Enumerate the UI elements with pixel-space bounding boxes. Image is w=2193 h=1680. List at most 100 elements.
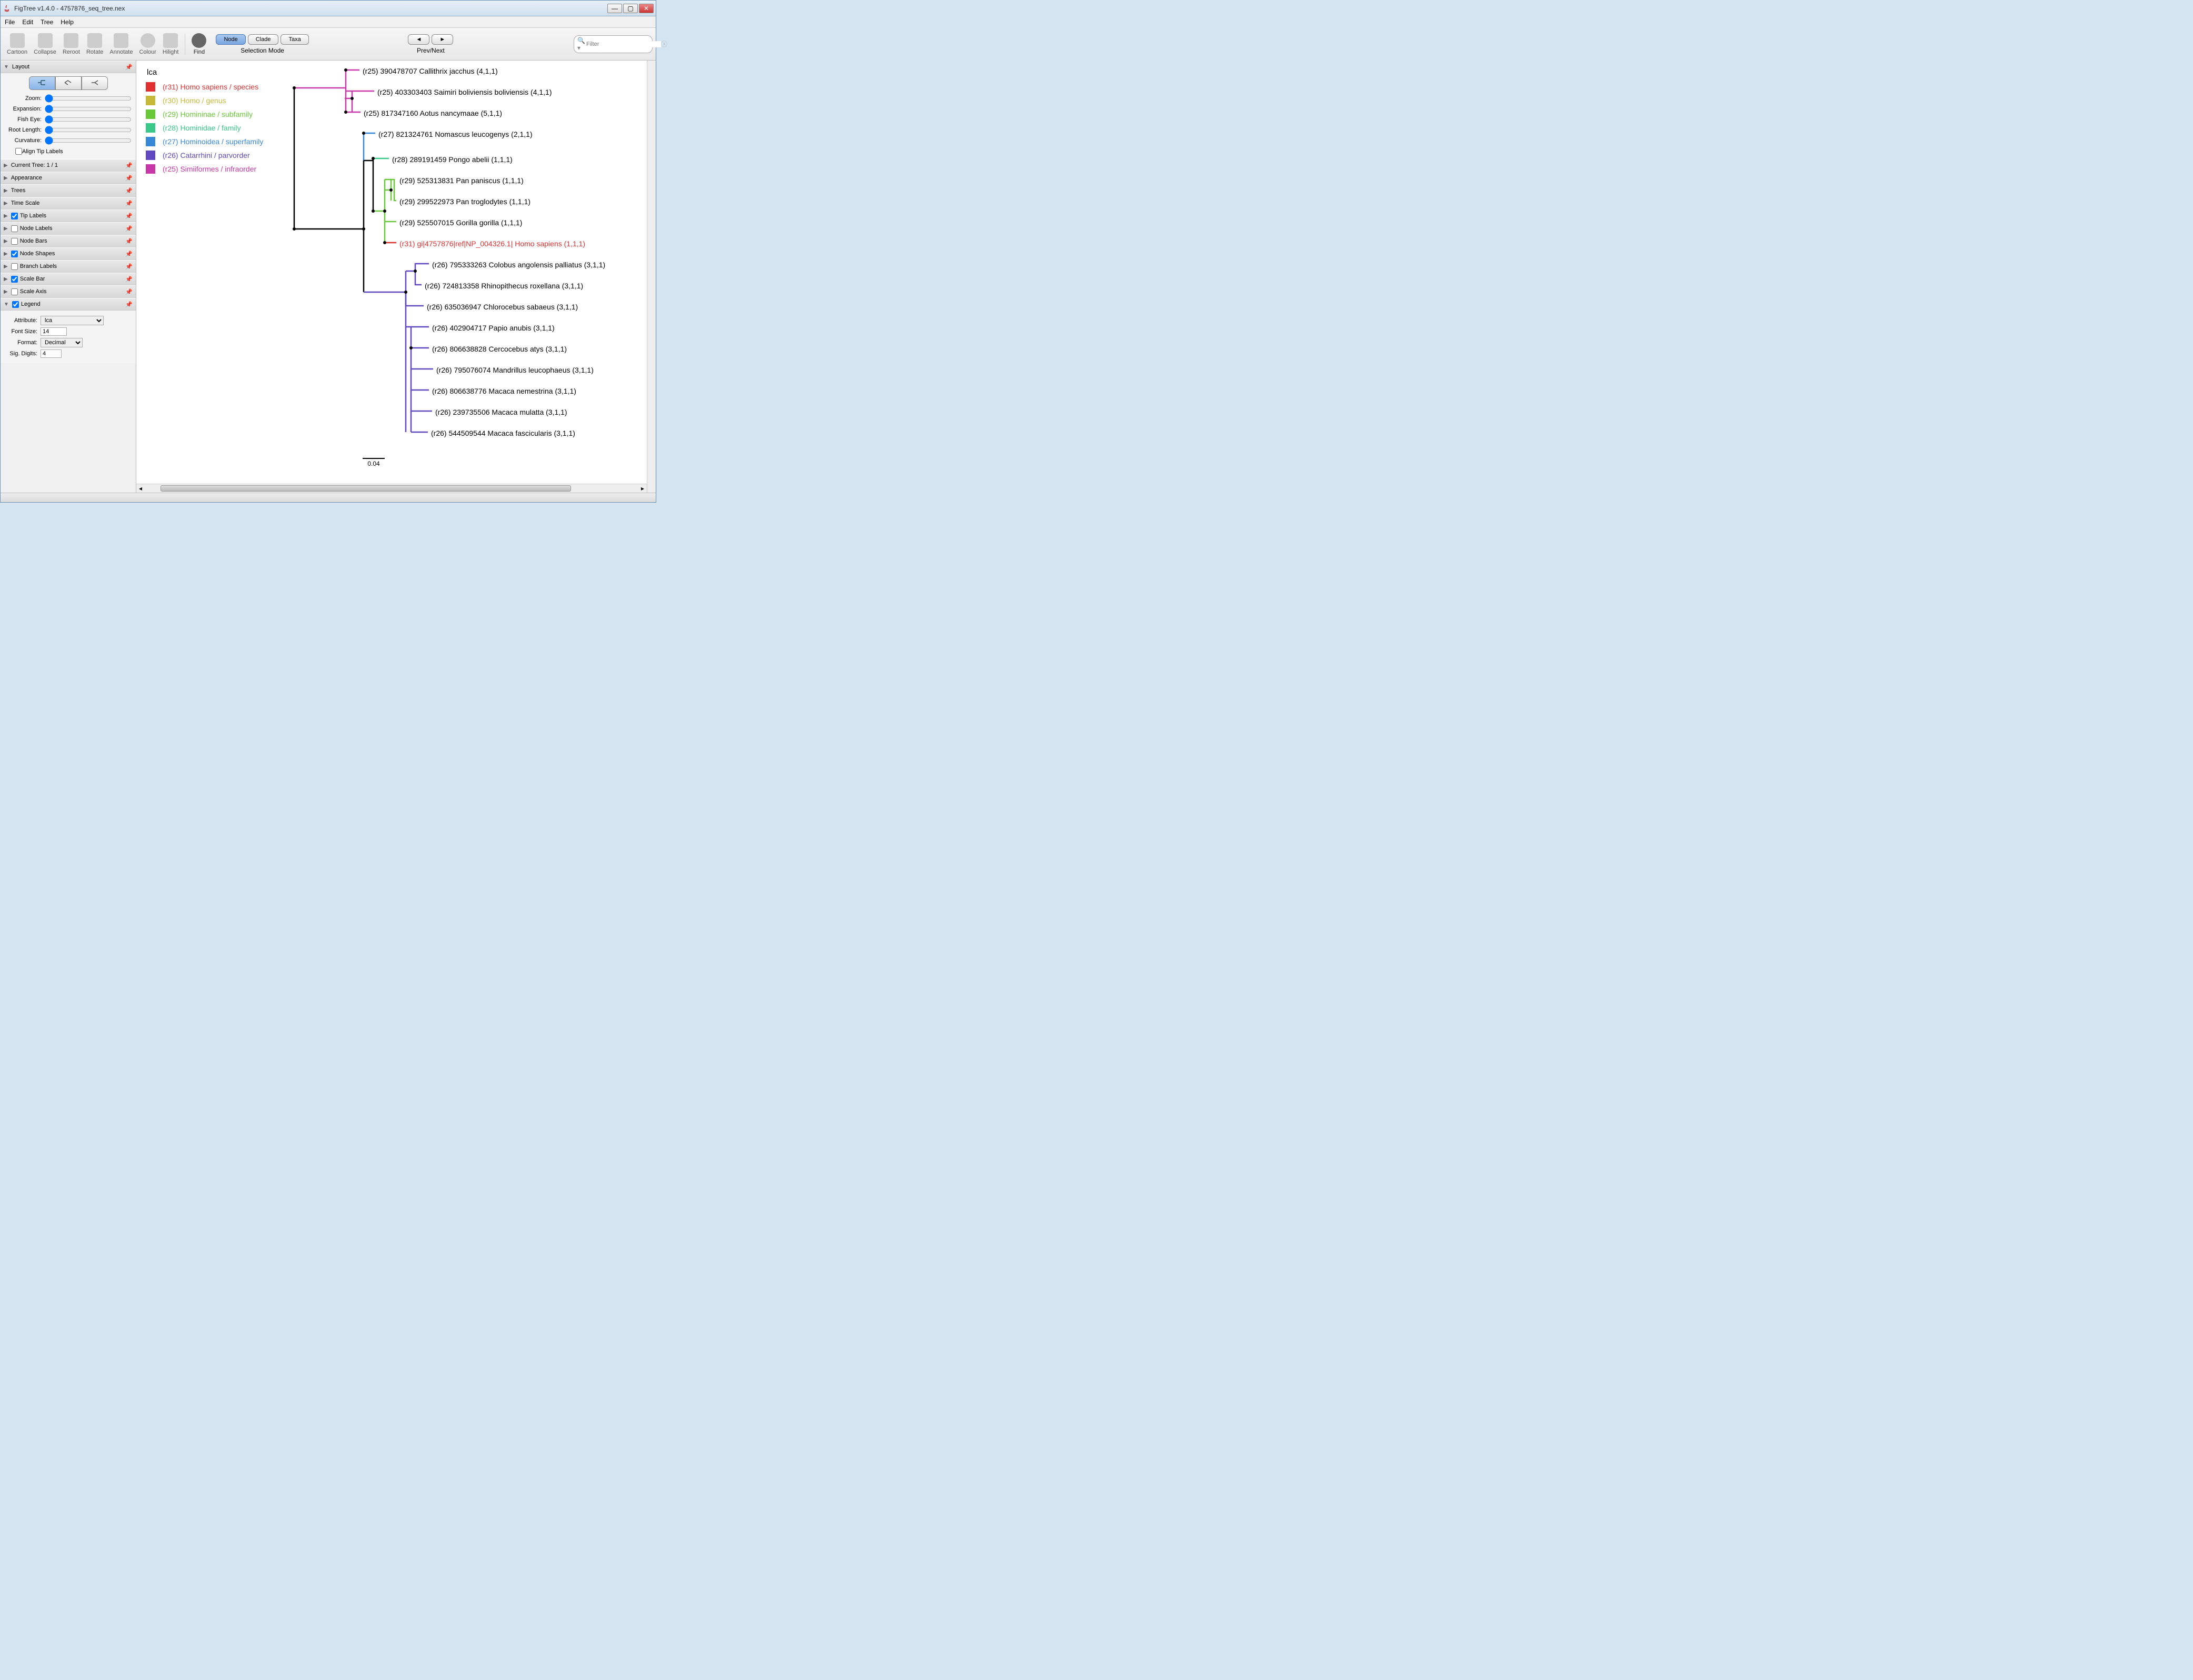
nodebars-checkbox[interactable] (11, 238, 18, 245)
fisheye-slider[interactable] (45, 115, 132, 124)
pin-icon[interactable]: 📌 (125, 263, 133, 270)
tip-label[interactable]: (r25) 390478707 Callithrix jacchus (4,1,… (363, 67, 498, 75)
toolbar: Cartoon Collapse Reroot Rotate Annotate … (1, 28, 656, 61)
attribute-select[interactable]: lca (41, 316, 104, 325)
tip-label[interactable]: (r31) gi|4757876|ref|NP_004326.1| Homo s… (399, 239, 585, 248)
tip-label[interactable]: (r26) 724813358 Rhinopithecus roxellana … (425, 282, 583, 290)
tip-label[interactable]: (r26) 239735506 Macaca mulatta (3,1,1) (435, 408, 567, 416)
tip-label[interactable]: (r25) 403303403 Saimiri boliviensis boli… (377, 88, 552, 96)
annotate-button[interactable]: Annotate (106, 32, 136, 56)
nodelabels-checkbox[interactable] (11, 225, 18, 232)
selection-mode-group: Node Clade Taxa Selection Mode (216, 34, 308, 54)
pin-icon[interactable]: 📌 (125, 175, 133, 182)
tree-canvas: lca (r31) Homo sapiens / species(r30) Ho… (136, 61, 631, 482)
tip-label[interactable]: (r26) 402904717 Papio anubis (3,1,1) (432, 324, 555, 332)
scaleaxis-panel-header[interactable]: ▶Scale Axis📌 (1, 285, 136, 298)
main-area: lca (r31) Homo sapiens / species(r30) Ho… (136, 61, 656, 493)
radial-layout-button[interactable] (82, 76, 108, 90)
tip-label[interactable]: (r26) 806638776 Macaca nemestrina (3,1,1… (432, 387, 576, 395)
pin-icon[interactable]: 📌 (125, 64, 133, 71)
rotate-button[interactable]: Rotate (83, 32, 106, 56)
tip-label[interactable]: (r28) 289191459 Pongo abelii (1,1,1) (392, 155, 513, 164)
pin-icon[interactable]: 📌 (125, 276, 133, 283)
pin-icon[interactable]: 📌 (125, 200, 133, 207)
prevnext-label: Prev/Next (417, 47, 445, 54)
collapse-button[interactable]: Collapse (31, 32, 59, 56)
taxa-mode-button[interactable]: Taxa (281, 34, 308, 45)
expansion-slider[interactable] (45, 105, 132, 113)
tiplabels-checkbox[interactable] (11, 213, 18, 219)
nodelabels-panel-header[interactable]: ▶Node Labels📌 (1, 222, 136, 235)
rootlength-slider[interactable] (45, 126, 132, 134)
tip-label[interactable]: (r26) 795333263 Colobus angolensis palli… (432, 261, 605, 269)
clear-filter-icon[interactable]: ⓧ (661, 39, 667, 48)
cartoon-button[interactable]: Cartoon (4, 32, 31, 56)
pin-icon[interactable]: 📌 (125, 162, 133, 169)
layout-panel-header[interactable]: ▼ Layout 📌 (1, 61, 136, 73)
tree-viewport[interactable]: lca (r31) Homo sapiens / species(r30) Ho… (136, 61, 647, 493)
nodeshapes-checkbox[interactable] (11, 251, 18, 257)
pin-icon[interactable]: 📌 (125, 301, 133, 308)
filter-box[interactable]: 🔍▾ ⓧ (574, 35, 653, 53)
menubar: File Edit Tree Help (1, 16, 656, 28)
pin-icon[interactable]: 📌 (125, 213, 133, 219)
appearance-panel-header[interactable]: ▶Appearance📌 (1, 172, 136, 184)
tip-label[interactable]: (r26) 544509544 Macaca fascicularis (3,1… (431, 429, 575, 437)
scalebar-panel-header[interactable]: ▶Scale Bar📌 (1, 273, 136, 285)
pin-icon[interactable]: 📌 (125, 187, 133, 194)
vertical-scrollbar[interactable] (647, 61, 656, 493)
tip-label[interactable]: (r29) 525507015 Gorilla gorilla (1,1,1) (399, 218, 522, 227)
tiplabels-panel-header[interactable]: ▶Tip Labels📌 (1, 209, 136, 222)
horizontal-scrollbar[interactable]: ◂▸ (136, 484, 647, 493)
pin-icon[interactable]: 📌 (125, 251, 133, 257)
scaleaxis-checkbox[interactable] (11, 288, 18, 295)
branchlabels-panel-header[interactable]: ▶Branch Labels📌 (1, 260, 136, 273)
node-mode-button[interactable]: Node (216, 34, 245, 45)
filter-input[interactable] (586, 41, 661, 47)
legend-panel-header[interactable]: ▼Legend📌 (1, 298, 136, 311)
reroot-button[interactable]: Reroot (59, 32, 83, 56)
menu-file[interactable]: File (5, 18, 15, 26)
close-button[interactable]: ✕ (639, 4, 654, 13)
window-title: FigTree v1.4.0 - 4757876_seq_tree.nex (14, 5, 607, 12)
menu-help[interactable]: Help (61, 18, 74, 26)
statusbar (1, 493, 656, 502)
next-button[interactable]: ► (432, 34, 453, 45)
branchlabels-checkbox[interactable] (11, 263, 18, 270)
currenttree-panel-header[interactable]: ▶Current Tree: 1 / 1📌 (1, 159, 136, 172)
menu-edit[interactable]: Edit (22, 18, 33, 26)
tip-label[interactable]: (r27) 821324761 Nomascus leucogenys (2,1… (378, 130, 533, 138)
minimize-button[interactable]: — (607, 4, 622, 13)
prev-button[interactable]: ◄ (408, 34, 429, 45)
legend-checkbox[interactable] (12, 301, 19, 308)
hilight-button[interactable]: Hilight (159, 32, 182, 56)
tip-label[interactable]: (r26) 635036947 Chlorocebus sabaeus (3,1… (427, 303, 578, 311)
zoom-slider[interactable] (45, 94, 132, 103)
tip-label[interactable]: (r29) 525313831 Pan paniscus (1,1,1) (399, 176, 524, 185)
pin-icon[interactable]: 📌 (125, 288, 133, 295)
maximize-button[interactable]: ▢ (623, 4, 638, 13)
trees-panel-header[interactable]: ▶Trees📌 (1, 184, 136, 197)
timescale-panel-header[interactable]: ▶Time Scale📌 (1, 197, 136, 209)
scalebar-checkbox[interactable] (11, 276, 18, 283)
java-icon (3, 4, 11, 13)
rectangular-layout-button[interactable] (29, 76, 55, 90)
fontsize-input[interactable] (41, 327, 67, 336)
format-select[interactable]: Decimal (41, 338, 83, 347)
find-button[interactable]: Find (188, 32, 209, 56)
tip-label[interactable]: (r26) 795076074 Mandrillus leucophaeus (… (436, 366, 594, 374)
nodebars-panel-header[interactable]: ▶Node Bars📌 (1, 235, 136, 247)
pin-icon[interactable]: 📌 (125, 238, 133, 245)
nodeshapes-panel-header[interactable]: ▶Node Shapes📌 (1, 247, 136, 260)
menu-tree[interactable]: Tree (41, 18, 53, 26)
polar-layout-button[interactable] (55, 76, 82, 90)
sigdigits-input[interactable] (41, 349, 62, 358)
pin-icon[interactable]: 📌 (125, 225, 133, 232)
align-tip-labels-checkbox[interactable] (15, 148, 22, 155)
tip-label[interactable]: (r29) 299522973 Pan troglodytes (1,1,1) (399, 197, 530, 206)
tip-label[interactable]: (r25) 817347160 Aotus nancymaae (5,1,1) (364, 109, 502, 117)
curvature-slider[interactable] (45, 136, 132, 145)
clade-mode-button[interactable]: Clade (248, 34, 279, 45)
tip-label[interactable]: (r26) 806638828 Cercocebus atys (3,1,1) (432, 345, 567, 353)
colour-button[interactable]: Colour (136, 32, 159, 56)
